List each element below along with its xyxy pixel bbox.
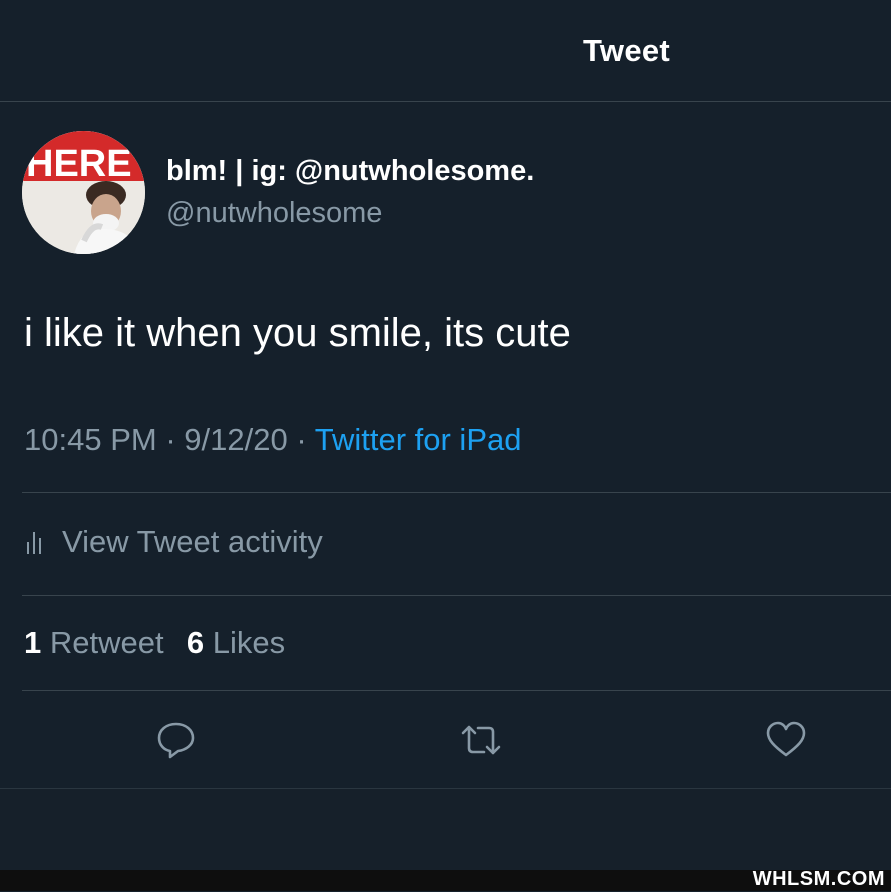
tweet-text: i like it when you smile, its cute — [24, 311, 571, 355]
tweet-source-link[interactable]: Twitter for iPad — [315, 422, 522, 457]
avatar-sign-text: HERE — [26, 143, 132, 185]
reply-button[interactable] — [155, 719, 197, 761]
meta-separator: · — [296, 422, 307, 457]
tweet-metadata: 10:45 PM · 9/12/20 · Twitter for iPad — [24, 422, 521, 458]
likes-link[interactable]: 6 Likes — [187, 625, 285, 660]
avatar[interactable]: HERE — [22, 131, 145, 254]
retweets-link[interactable]: 1 Retweet — [24, 625, 172, 660]
retweet-button[interactable] — [460, 719, 502, 761]
tweet-date: 9/12/20 — [184, 422, 288, 457]
meta-separator: · — [165, 422, 176, 457]
watermark: WHLSM.COM — [752, 868, 885, 890]
activity-label: View Tweet activity — [62, 524, 323, 559]
like-button[interactable] — [765, 719, 807, 761]
like-label: Likes — [212, 625, 286, 660]
view-tweet-activity-button[interactable]: View Tweet activity — [24, 522, 323, 562]
heart-icon — [766, 721, 806, 757]
tweet-time: 10:45 PM — [24, 422, 157, 457]
divider — [22, 690, 891, 691]
retweet-icon — [461, 725, 501, 755]
retweet-count: 1 — [24, 625, 42, 660]
divider — [22, 595, 891, 596]
top-header: Tweet — [0, 0, 891, 102]
divider — [22, 492, 891, 493]
avatar-image: HERE — [22, 131, 145, 254]
author-display-name[interactable]: blm! | ig: @nutwholesome. — [166, 155, 534, 188]
retweet-label: Retweet — [49, 625, 164, 660]
bar-chart-icon — [24, 525, 46, 560]
engagement-stats: 1 Retweet 6 Likes — [24, 625, 285, 661]
author-handle[interactable]: @nutwholesome — [166, 197, 382, 230]
like-count: 6 — [186, 625, 205, 660]
header-title: Tweet — [583, 33, 671, 68]
reply-icon — [157, 722, 195, 759]
